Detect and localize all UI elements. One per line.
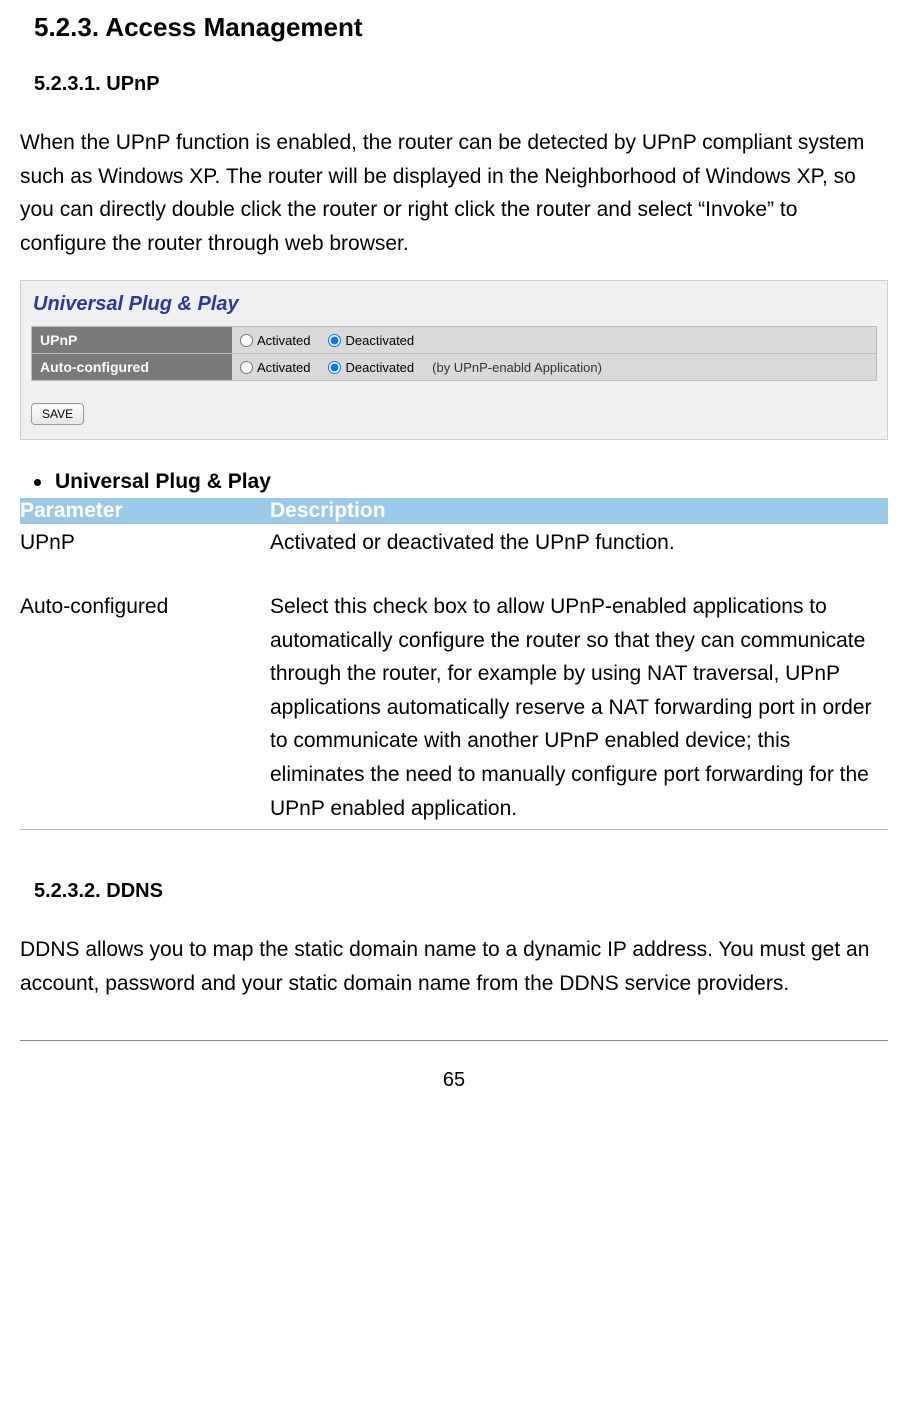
row-content: Activated Deactivated (by UPnP-enabld Ap… — [232, 354, 876, 380]
cell-param: UPnP — [20, 524, 270, 588]
radio-label: Activated — [257, 360, 310, 375]
panel-title: Universal Plug & Play — [31, 291, 877, 326]
cell-param: Auto-configured — [20, 588, 270, 830]
radio-upnp-deactivated[interactable] — [328, 334, 341, 347]
section-heading: 5.2.3. Access Management — [34, 12, 888, 43]
parameter-table: Parameter Description UPnP Activated or … — [20, 498, 888, 830]
radio-option-activated[interactable]: Activated — [240, 360, 310, 375]
cell-desc: Select this check box to allow UPnP-enab… — [270, 588, 888, 830]
bullet-heading-text: Universal Plug & Play — [55, 470, 271, 494]
radio-autoconf-activated[interactable] — [240, 361, 253, 374]
footer-rule — [20, 1040, 888, 1041]
radio-option-deactivated[interactable]: Deactivated — [328, 360, 414, 375]
cell-desc: Activated or deactivated the UPnP functi… — [270, 524, 888, 588]
paragraph-upnp: When the UPnP function is enabled, the r… — [20, 126, 888, 260]
radio-upnp-activated[interactable] — [240, 334, 253, 347]
radio-option-deactivated[interactable]: Deactivated — [328, 333, 414, 348]
radio-label: Deactivated — [345, 360, 414, 375]
save-button[interactable]: SAVE — [31, 403, 84, 425]
subsection-heading-ddns: 5.2.3.2. DDNS — [34, 880, 888, 903]
table-row: Auto-configured Select this check box to… — [20, 588, 888, 830]
radio-autoconf-deactivated[interactable] — [328, 361, 341, 374]
row-content: Activated Deactivated — [232, 327, 876, 353]
page-number: 65 — [20, 1069, 888, 1092]
paragraph-ddns: DDNS allows you to map the static domain… — [20, 933, 888, 1000]
subsection-heading-upnp: 5.2.3.1. UPnP — [34, 73, 888, 96]
bullet-heading: Universal Plug & Play — [34, 470, 888, 494]
row-label: Auto-configured — [32, 354, 232, 380]
config-row-upnp: UPnP Activated Deactivated — [31, 326, 877, 353]
row-label: UPnP — [32, 327, 232, 353]
router-config-panel: Universal Plug & Play UPnP Activated Dea… — [20, 280, 888, 440]
option-hint: (by UPnP-enabld Application) — [432, 360, 602, 375]
config-row-autoconfig: Auto-configured Activated Deactivated (b… — [31, 353, 877, 381]
radio-label: Activated — [257, 333, 310, 348]
radio-option-activated[interactable]: Activated — [240, 333, 310, 348]
table-header-description: Description — [270, 498, 888, 524]
bullet-icon — [34, 479, 41, 486]
table-row: UPnP Activated or deactivated the UPnP f… — [20, 524, 888, 588]
radio-label: Deactivated — [345, 333, 414, 348]
table-header-parameter: Parameter — [20, 498, 270, 524]
